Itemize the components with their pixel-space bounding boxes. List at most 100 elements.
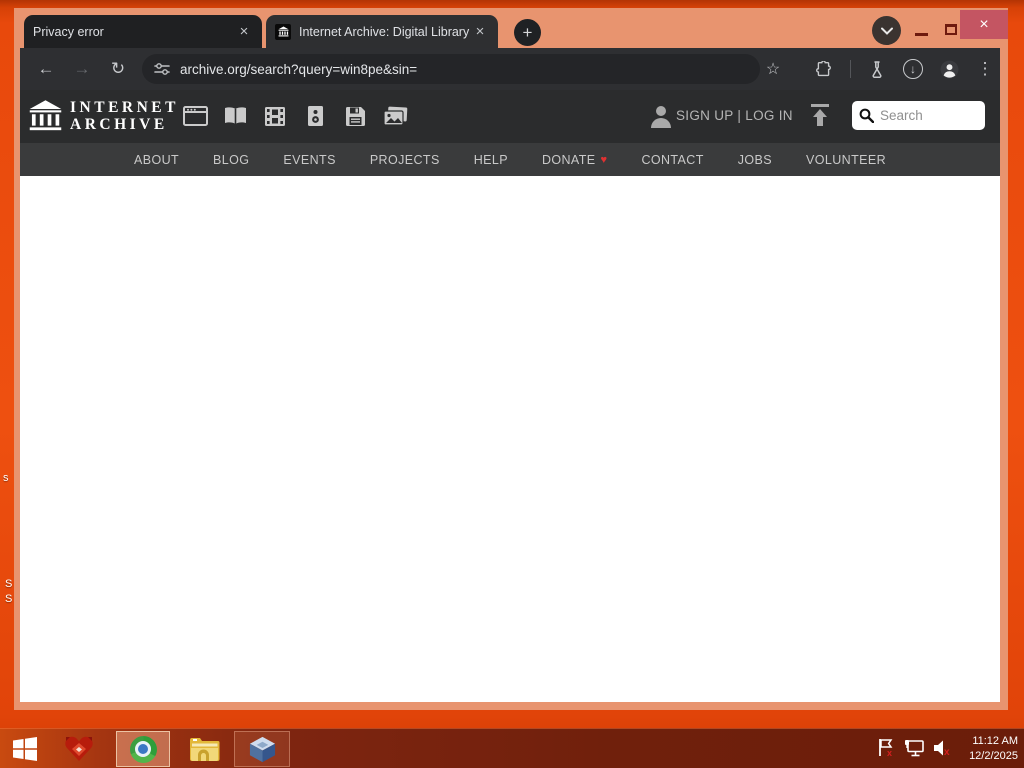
system-tray: x x	[877, 738, 954, 757]
search-input[interactable]	[880, 108, 970, 123]
bookmark-star-button[interactable]: ☆	[760, 56, 786, 82]
svg-text:x: x	[944, 747, 950, 757]
archive-search-box[interactable]	[852, 101, 985, 130]
clock-date: 12/2/2025	[969, 750, 1018, 762]
images-icon	[382, 106, 407, 126]
archive-wordmark[interactable]: INTERNET ARCHIVE	[70, 99, 179, 133]
maximize-button[interactable]	[945, 24, 957, 35]
media-images-button[interactable]	[382, 103, 408, 129]
back-button[interactable]: ←	[33, 56, 59, 82]
nav-jobs[interactable]: JOBS	[738, 153, 772, 167]
chrome-icon	[129, 735, 157, 763]
nav-help[interactable]: HELP	[474, 153, 508, 167]
labs-button[interactable]	[864, 56, 890, 82]
extensions-button[interactable]	[810, 56, 836, 82]
nav-label: ABOUT	[133, 152, 180, 167]
nav-donate[interactable]: DONATE ♥	[542, 153, 608, 167]
nav-label: HELP	[473, 152, 508, 167]
media-software-button[interactable]	[342, 103, 368, 129]
tab-internet-archive[interactable]: Internet Archive: Digital Library ×	[266, 15, 498, 48]
tab-title: Privacy error	[33, 24, 104, 39]
tab-search-button[interactable]	[872, 16, 901, 45]
nav-projects[interactable]: PROJECTS	[370, 153, 440, 167]
virtualbox-icon	[249, 736, 275, 762]
signup-login-link[interactable]: SIGN UP | LOG IN	[676, 108, 793, 123]
volume-muted-icon[interactable]: x	[933, 739, 954, 757]
tab-close-icon[interactable]: ×	[471, 23, 489, 41]
film-icon	[265, 106, 285, 126]
nav-label: JOBS	[737, 152, 772, 167]
floppy-icon	[345, 106, 365, 126]
tab-title: Internet Archive: Digital Library	[299, 24, 470, 39]
nav-volunteer[interactable]: VOLUNTEER	[806, 153, 886, 167]
file-explorer-icon	[189, 738, 219, 761]
downloads-button[interactable]: ↓	[900, 56, 926, 82]
nav-about[interactable]: ABOUT	[134, 153, 179, 167]
wordmark-line1: INTERNET	[70, 99, 179, 116]
nav-events[interactable]: EVENTS	[283, 153, 335, 167]
nav-label: DONATE	[541, 152, 596, 167]
taskbar-clock[interactable]: 11:12 AM 12/2/2025	[969, 734, 1018, 764]
nav-label: EVENTS	[283, 152, 336, 167]
reload-button[interactable]: ↻	[105, 56, 131, 82]
desktop-label-fragment: S	[5, 593, 13, 605]
desktop-label-fragment: S	[5, 578, 13, 590]
nav-contact[interactable]: CONTACT	[641, 153, 703, 167]
url-text: archive.org/search?query=win8pe&sin=	[180, 61, 418, 77]
archive-logo[interactable]	[28, 99, 63, 133]
clock-time: 11:12 AM	[972, 735, 1018, 747]
start-button[interactable]	[4, 731, 46, 767]
taskbar-app-heart[interactable]	[58, 731, 100, 767]
profile-button[interactable]	[936, 56, 962, 82]
taskbar-app-explorer[interactable]	[180, 731, 228, 767]
desktop-label-fragment: s	[3, 472, 9, 484]
kebab-icon: ⋮	[976, 59, 994, 78]
taskbar-app-chrome[interactable]	[116, 731, 170, 767]
speaker-icon	[307, 106, 323, 126]
browser-window: Privacy error × Internet Archive: Digita…	[14, 8, 1008, 710]
svg-text:x: x	[887, 748, 892, 757]
nav-label: CONTACT	[641, 152, 704, 167]
forward-button[interactable]: →	[69, 56, 95, 82]
tab-strip: Privacy error × Internet Archive: Digita…	[14, 8, 1008, 48]
upload-button[interactable]	[810, 103, 830, 127]
poly-heart-icon	[65, 736, 93, 761]
close-icon: ×	[979, 15, 989, 33]
media-texts-button[interactable]	[222, 103, 248, 129]
media-type-menu	[182, 103, 408, 129]
nav-blog[interactable]: BLOG	[213, 153, 249, 167]
nav-label: BLOG	[213, 152, 250, 167]
nav-label: PROJECTS	[369, 152, 440, 167]
site-settings-icon[interactable]	[154, 62, 170, 76]
page-content-blank	[20, 176, 1000, 702]
plus-icon: +	[522, 22, 533, 42]
avatar-icon	[940, 60, 958, 78]
address-bar[interactable]: archive.org/search?query=win8pe&sin=	[142, 54, 760, 84]
media-web-button[interactable]	[182, 103, 208, 129]
tab-privacy-error[interactable]: Privacy error ×	[24, 15, 262, 48]
archive-building-icon	[29, 100, 62, 131]
action-center-flag-icon[interactable]: x	[877, 738, 896, 757]
media-video-button[interactable]	[262, 103, 288, 129]
download-icon: ↓	[910, 62, 916, 76]
taskbar-app-virtualbox[interactable]	[234, 731, 290, 767]
chevron-down-icon	[880, 27, 893, 35]
tab-close-icon[interactable]: ×	[235, 23, 253, 41]
media-audio-button[interactable]	[302, 103, 328, 129]
archive-nav: ABOUT BLOG EVENTS PROJECTS HELP DONATE ♥ …	[20, 143, 1000, 176]
book-icon	[224, 107, 246, 124]
minimize-button[interactable]	[915, 33, 928, 36]
browser-menu-button[interactable]: ⋮	[972, 56, 998, 82]
network-icon[interactable]	[904, 739, 925, 757]
archive-header: INTERNET ARCHIVE SIGN UP | LOG IN Search	[20, 90, 1000, 143]
user-icon	[650, 104, 672, 128]
taskbar: x x 11:12 AM 12/2/2025	[0, 728, 1024, 768]
window-close-button[interactable]: ×	[960, 10, 1008, 39]
web-icon	[182, 106, 208, 126]
nav-label: VOLUNTEER	[806, 152, 887, 167]
puzzle-icon	[815, 60, 831, 76]
browser-toolbar: ← → ↻ archive.org/search?query=win8pe&si…	[20, 48, 1000, 90]
web-page: INTERNET ARCHIVE SIGN UP | LOG IN Search…	[20, 90, 1000, 702]
heart-icon: ♥	[600, 153, 608, 166]
new-tab-button[interactable]: +	[514, 19, 541, 46]
